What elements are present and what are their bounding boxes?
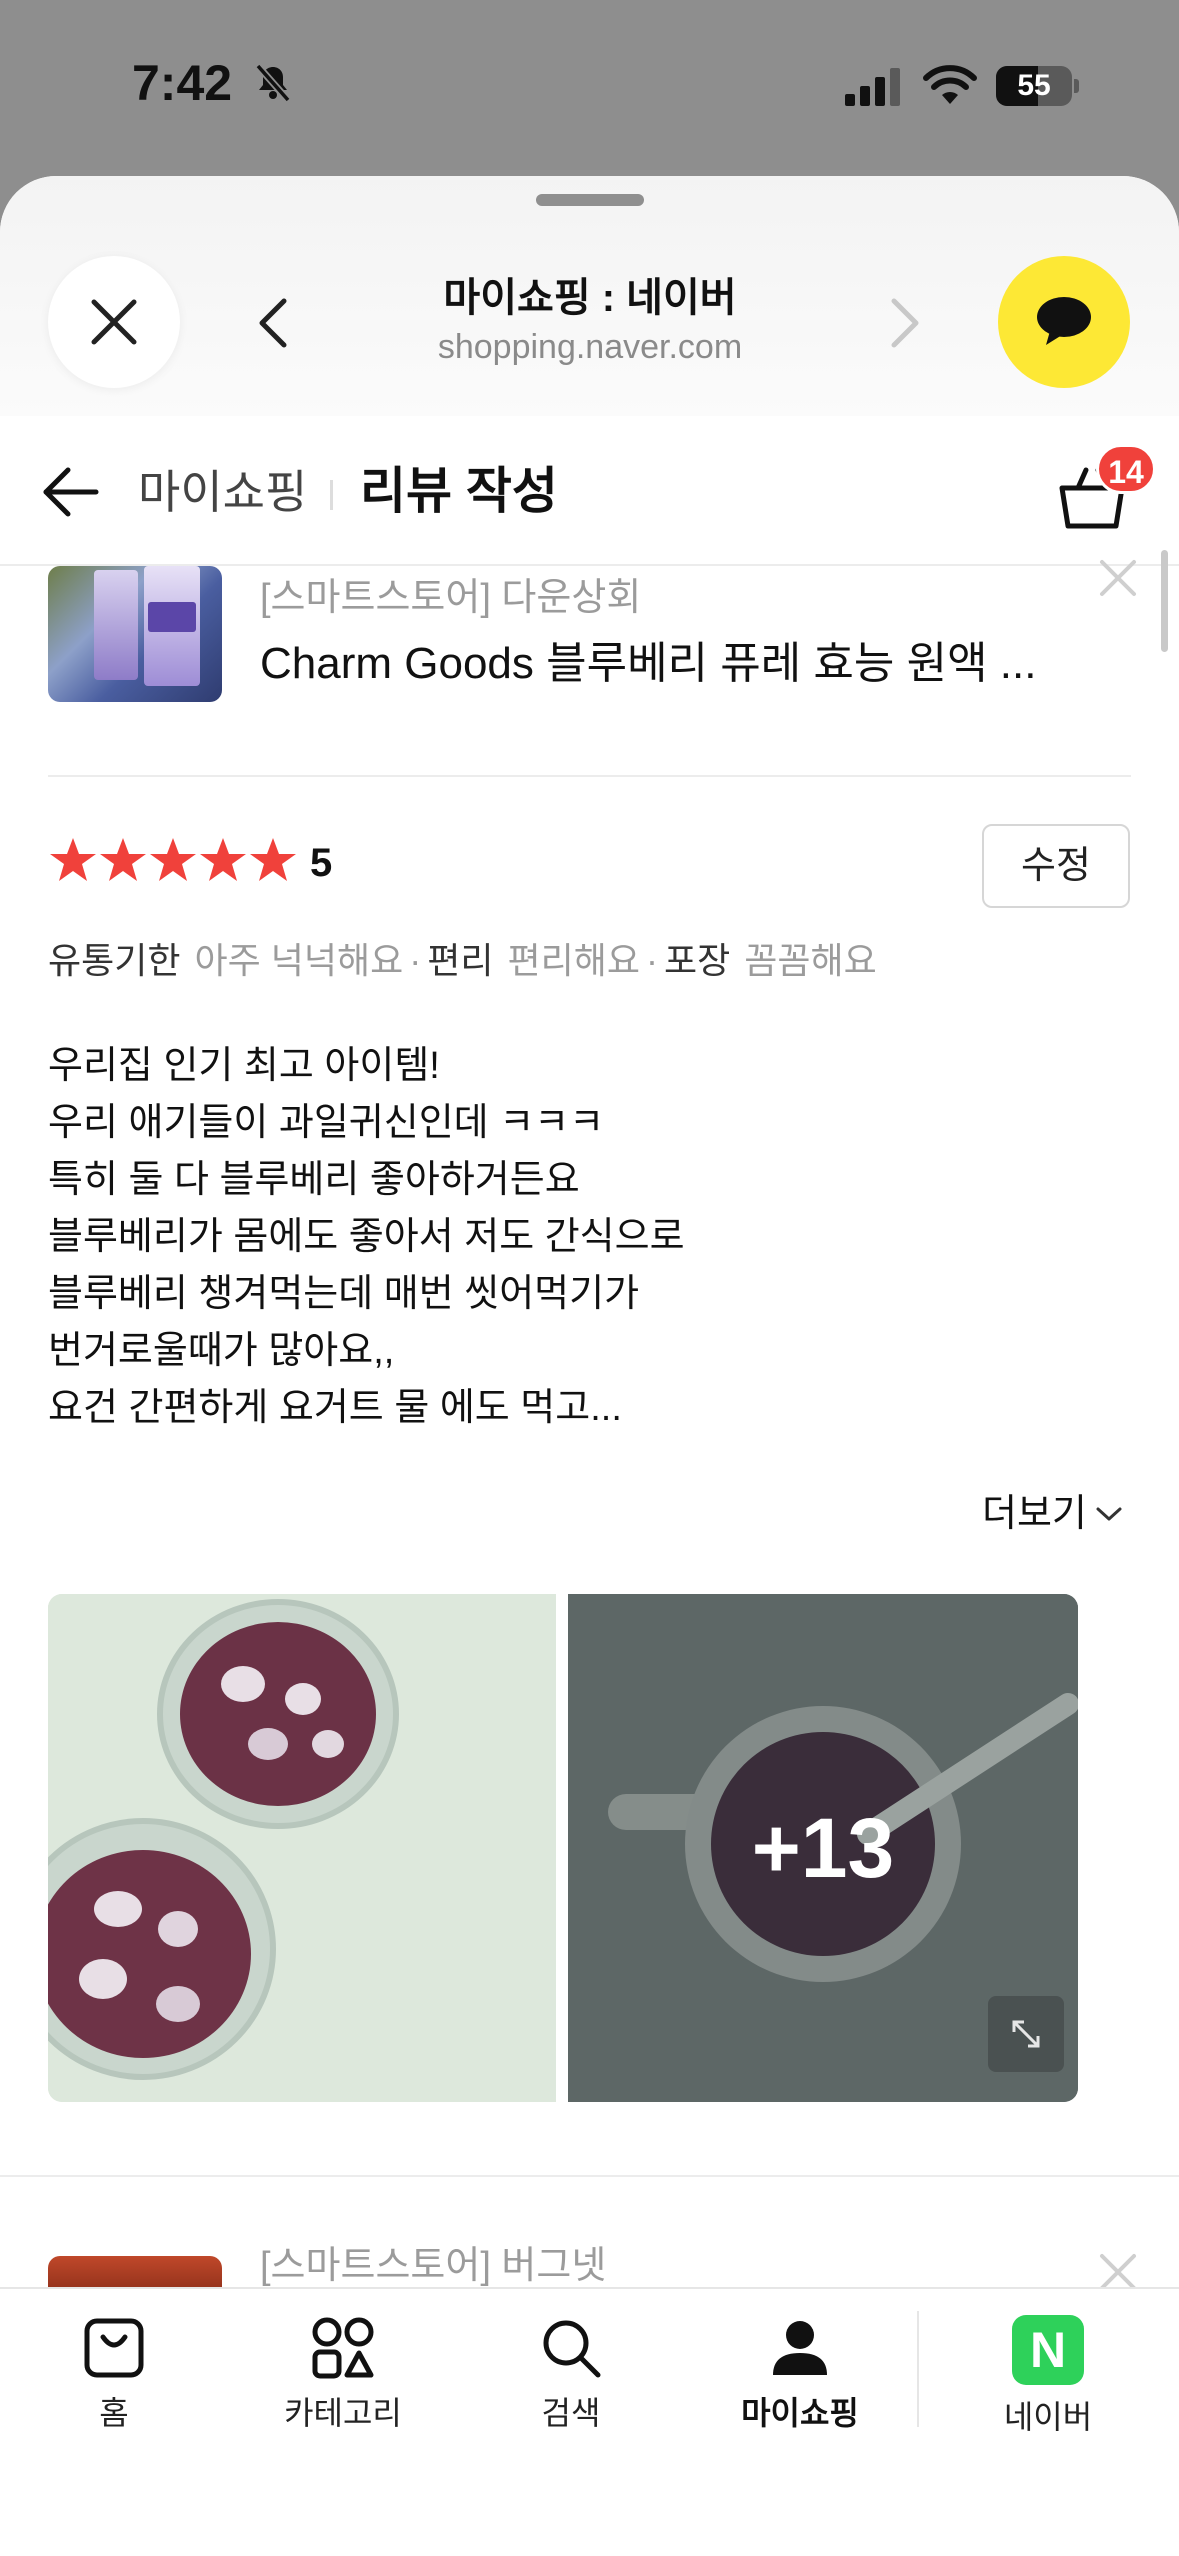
talk-button[interactable] — [998, 256, 1130, 388]
star-icon — [150, 838, 196, 881]
browser-toolbar: 마이쇼핑 : 네이버 shopping.naver.com — [0, 176, 1179, 416]
review-attributes: 유통기한 아주 넉넉해요 · 편리 편리해요 · 포장 꼼꼼해요 — [48, 940, 877, 981]
tab-label: 카테고리 — [284, 2395, 402, 2431]
tab-label: 검색 — [541, 2395, 601, 2431]
review-line: 블루베리 챙겨먹는데 매번 씻어먹기가 — [48, 1273, 640, 1315]
tab-search[interactable]: 검색 — [471, 2315, 671, 2445]
naver-logo: N — [1012, 2315, 1084, 2385]
search-icon — [543, 2320, 601, 2378]
review-photos: +13 — [48, 1594, 1078, 2102]
review-line: 우리집 인기 최고 아이템! — [48, 1045, 440, 1087]
page-domain: shopping.naver.com — [437, 328, 743, 366]
review-line: 우리 애기들이 과일귀신인데 ㅋㅋㅋ — [48, 1102, 605, 1144]
tab-label: 홈 — [99, 2395, 129, 2431]
bottom-tab-bar: 홈 카테고리 검색 마이쇼핑 N 네이버 — [0, 2287, 1179, 2556]
expand-icon — [1012, 2020, 1040, 2048]
tab-myshopping[interactable]: 마이쇼핑 — [700, 2315, 900, 2445]
product-summary[interactable]: [스마트스토어] 다운상회 Charm Goods 블루베리 퓨레 효능 원액 … — [48, 566, 1128, 702]
tab-label: 마이쇼핑 — [741, 2395, 859, 2431]
more-label: 더보기 — [982, 1493, 1087, 1535]
star-rating — [50, 838, 296, 881]
star-icon — [100, 838, 146, 881]
review-line: 블루베리가 몸에도 좋아서 저도 간식으로 — [48, 1216, 685, 1258]
review-line: 특히 둘 다 블루베리 좋아하거든요 — [48, 1159, 580, 1201]
tab-label: 네이버 — [1003, 2399, 1093, 2435]
review-body: 우리집 인기 최고 아이템! 우리 애기들이 과일귀신인데 ㅋㅋㅋ 특히 둘 다… — [48, 1038, 1128, 1437]
attribute-key: 포장 — [663, 940, 731, 981]
close-icon — [91, 299, 137, 345]
attribute-key: 유통기한 — [48, 940, 181, 981]
tab-naver[interactable]: N 네이버 — [948, 2315, 1148, 2445]
review-line: 요건 간편하게 요거트 물 에도 먹고... — [48, 1387, 622, 1429]
breadcrumb[interactable]: 마이쇼핑 — [138, 464, 307, 520]
chat-bubble-icon — [1037, 297, 1091, 345]
attribute-value: 편리해요 — [507, 940, 640, 981]
next-review-item[interactable]: [스마트스토어] 버그넷 — [48, 2245, 1138, 2296]
edit-review-button[interactable]: 수정 — [982, 824, 1130, 908]
section-divider — [0, 2175, 1179, 2177]
status-bar: 7:42 55 — [0, 0, 1179, 175]
app-header: 마이쇼핑 리뷰 작성 14 — [0, 416, 1179, 566]
more-button[interactable]: 더보기 — [982, 1486, 1123, 1542]
juice-glasses-image — [48, 1594, 556, 2102]
person-icon — [773, 2321, 827, 2375]
star-icon — [250, 838, 296, 881]
page-heading: 리뷰 작성 — [360, 463, 558, 519]
divider — [48, 775, 1131, 777]
chevron-right-icon — [891, 298, 919, 348]
rating-value: 5 — [310, 841, 333, 885]
bag-icon — [84, 2318, 144, 2378]
status-time: 7:42 — [132, 55, 233, 111]
category-icon — [312, 2317, 374, 2379]
cart-count-badge: 14 — [1096, 444, 1156, 494]
battery-level: 55 — [1017, 69, 1051, 102]
product-store: [스마트스토어] 버그넷 — [260, 2245, 607, 2287]
url-display[interactable]: 마이쇼핑 : 네이버 shopping.naver.com — [340, 272, 840, 370]
wifi-icon — [923, 65, 977, 104]
attribute-key: 편리 — [427, 940, 494, 981]
review-photo-more[interactable]: +13 — [568, 1594, 1078, 2102]
browser-forward-button[interactable] — [870, 288, 940, 358]
page-title: 마이쇼핑 : 네이버 — [443, 276, 737, 320]
tab-divider — [917, 2311, 919, 2427]
tab-category[interactable]: 카테고리 — [243, 2315, 443, 2445]
attribute-value: 꼼꼼해요 — [744, 940, 877, 981]
back-arrow-icon[interactable] — [40, 464, 100, 520]
star-icon — [50, 838, 96, 881]
review-photo[interactable] — [48, 1594, 556, 2102]
scrollbar[interactable] — [1161, 550, 1168, 652]
review-line: 번거로울때가 많아요,, — [48, 1330, 395, 1372]
close-button[interactable] — [48, 256, 180, 388]
attribute-value: 아주 넉넉해요 — [194, 940, 404, 981]
product-store: [스마트스토어] 다운상회 — [260, 577, 642, 619]
tab-home[interactable]: 홈 — [14, 2315, 214, 2445]
battery-indicator: 55 — [996, 66, 1079, 106]
browser-back-button[interactable] — [238, 288, 308, 358]
breadcrumb-divider — [330, 480, 333, 510]
signal-icon — [845, 68, 900, 106]
star-icon — [200, 838, 246, 881]
product-name: Charm Goods 블루베리 퓨레 효능 원액 ... — [260, 639, 1037, 688]
remove-icon[interactable] — [1096, 556, 1140, 600]
chevron-left-icon — [259, 298, 287, 348]
chevron-down-icon — [1096, 1507, 1122, 1521]
bell-slash-icon — [255, 63, 291, 103]
expand-button[interactable] — [988, 1996, 1064, 2072]
sheet-grabber[interactable] — [536, 194, 644, 206]
product-thumbnail — [48, 566, 222, 702]
